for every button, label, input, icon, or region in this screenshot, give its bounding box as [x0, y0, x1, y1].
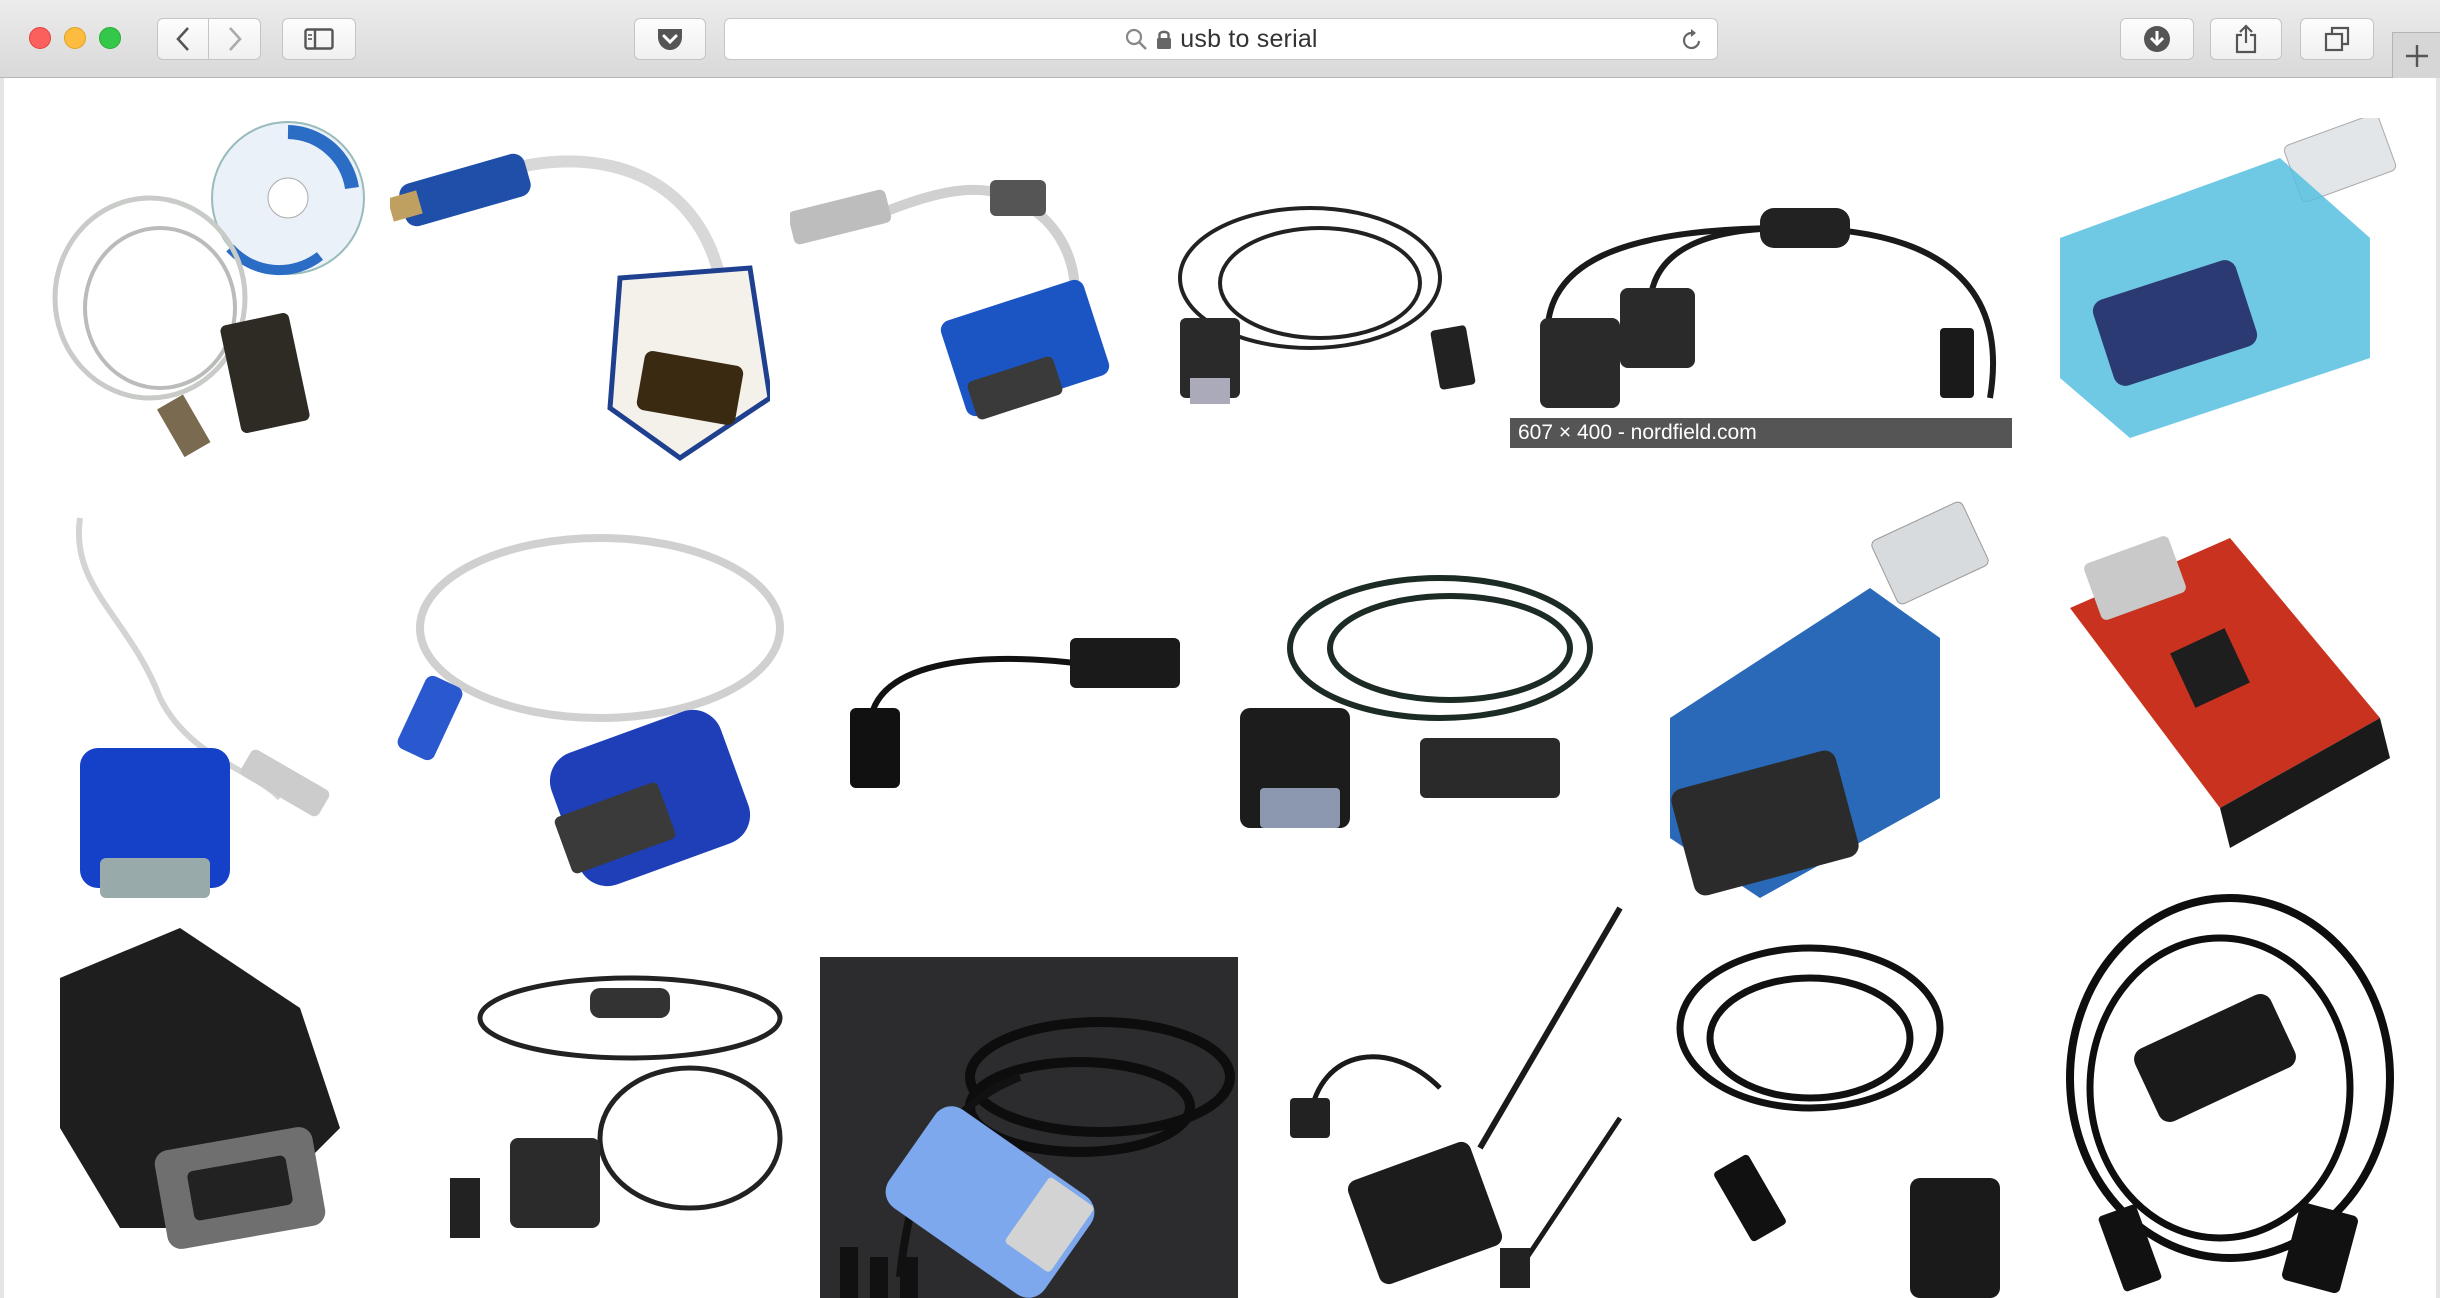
- forward-button[interactable]: [209, 18, 261, 60]
- tabs-overview-button[interactable]: [2300, 18, 2374, 60]
- result-image-10[interactable]: [1220, 538, 1600, 858]
- sidebar-button[interactable]: [282, 18, 356, 60]
- browser-toolbar: usb to serial: [0, 0, 2440, 78]
- usb-dual-serial-cable-image: [1540, 208, 1997, 408]
- result-image-2[interactable]: [390, 98, 770, 478]
- result-image-6[interactable]: [2040, 118, 2400, 458]
- forward-icon: [228, 27, 242, 51]
- usb-ttl-serial-cable-image: [820, 957, 1238, 1298]
- result-image-4[interactable]: [1150, 178, 1480, 438]
- close-button[interactable]: [29, 27, 51, 49]
- usb-serial-adapter-blue-ferrite-image: [790, 180, 1110, 420]
- result-image-16[interactable]: [1280, 898, 1630, 1298]
- address-bar[interactable]: usb to serial: [724, 18, 1718, 60]
- result-image-1[interactable]: [30, 98, 370, 478]
- new-tab-icon: [2405, 44, 2428, 67]
- sidebar-icon: [304, 28, 334, 50]
- reload-icon[interactable]: [1681, 28, 1703, 52]
- result-image-11[interactable]: [1640, 498, 2010, 918]
- download-icon: [2144, 26, 2170, 52]
- share-button[interactable]: [2210, 18, 2282, 60]
- usb-b-serial-cable-image: [2066, 894, 2394, 1294]
- result-image-18[interactable]: [2040, 878, 2400, 1298]
- image-hover-tooltip: 607 × 400 - nordfield.com: [1510, 418, 2012, 448]
- result-image-9[interactable]: [830, 598, 1200, 828]
- usb-serial-adapter-blue-cable-image: [75, 517, 330, 898]
- result-image-12[interactable]: [2050, 508, 2400, 888]
- result-image-5[interactable]: [1510, 158, 2010, 418]
- usb-serial-adapter-white-blue-image: [390, 153, 770, 462]
- result-image-8[interactable]: [380, 498, 800, 918]
- pocket-icon: [658, 29, 682, 50]
- share-icon: [2235, 24, 2257, 54]
- result-image-7[interactable]: [40, 498, 360, 918]
- window-edge-right: [2436, 78, 2440, 1298]
- zoom-button[interactable]: [99, 27, 121, 49]
- usb-serial-cable-black-coiled-image: [1676, 944, 2000, 1298]
- usb-serial-cable-with-driver-cd-image: [52, 121, 365, 458]
- micro-usb-serial-cable-image: [1290, 906, 1623, 1288]
- back-button[interactable]: [157, 18, 209, 60]
- usb-serial-cable-black-image: [1178, 206, 1476, 404]
- result-image-17[interactable]: [1660, 898, 2020, 1298]
- result-image-15[interactable]: [820, 957, 1238, 1298]
- usb-serial-adapter-black-image: [60, 928, 340, 1249]
- usb-serial-adapter-siig-image: [397, 534, 784, 887]
- minimize-button[interactable]: [64, 27, 86, 49]
- result-image-14[interactable]: [420, 938, 800, 1278]
- search-icon: [1126, 28, 1148, 50]
- usb-serial-cable-short-image: [850, 638, 1180, 788]
- result-image-13[interactable]: [40, 898, 400, 1298]
- address-text: usb to serial: [1180, 24, 1318, 53]
- result-image-3[interactable]: [790, 138, 1120, 478]
- window-edge-left: [0, 78, 4, 1298]
- new-tab-button[interactable]: [2392, 32, 2440, 78]
- usb-serial-adapter-translucent-cyan-image: [2060, 118, 2397, 438]
- usb-dual-serial-cable-coiled-image: [450, 975, 783, 1238]
- image-results-grid: 607 × 400 - nordfield.com: [0, 78, 2440, 1298]
- pocket-button[interactable]: [634, 18, 706, 60]
- usb-serial-adapter-blue-dongle-image: [1670, 501, 1989, 898]
- lock-icon: [1157, 30, 1172, 49]
- tabs-icon: [2324, 26, 2350, 52]
- downloads-button[interactable]: [2120, 18, 2194, 60]
- usb-serial-cable-coiled-image: [1240, 575, 1593, 828]
- back-icon: [176, 27, 189, 51]
- ftdi-breakout-board-red-image: [2070, 536, 2390, 848]
